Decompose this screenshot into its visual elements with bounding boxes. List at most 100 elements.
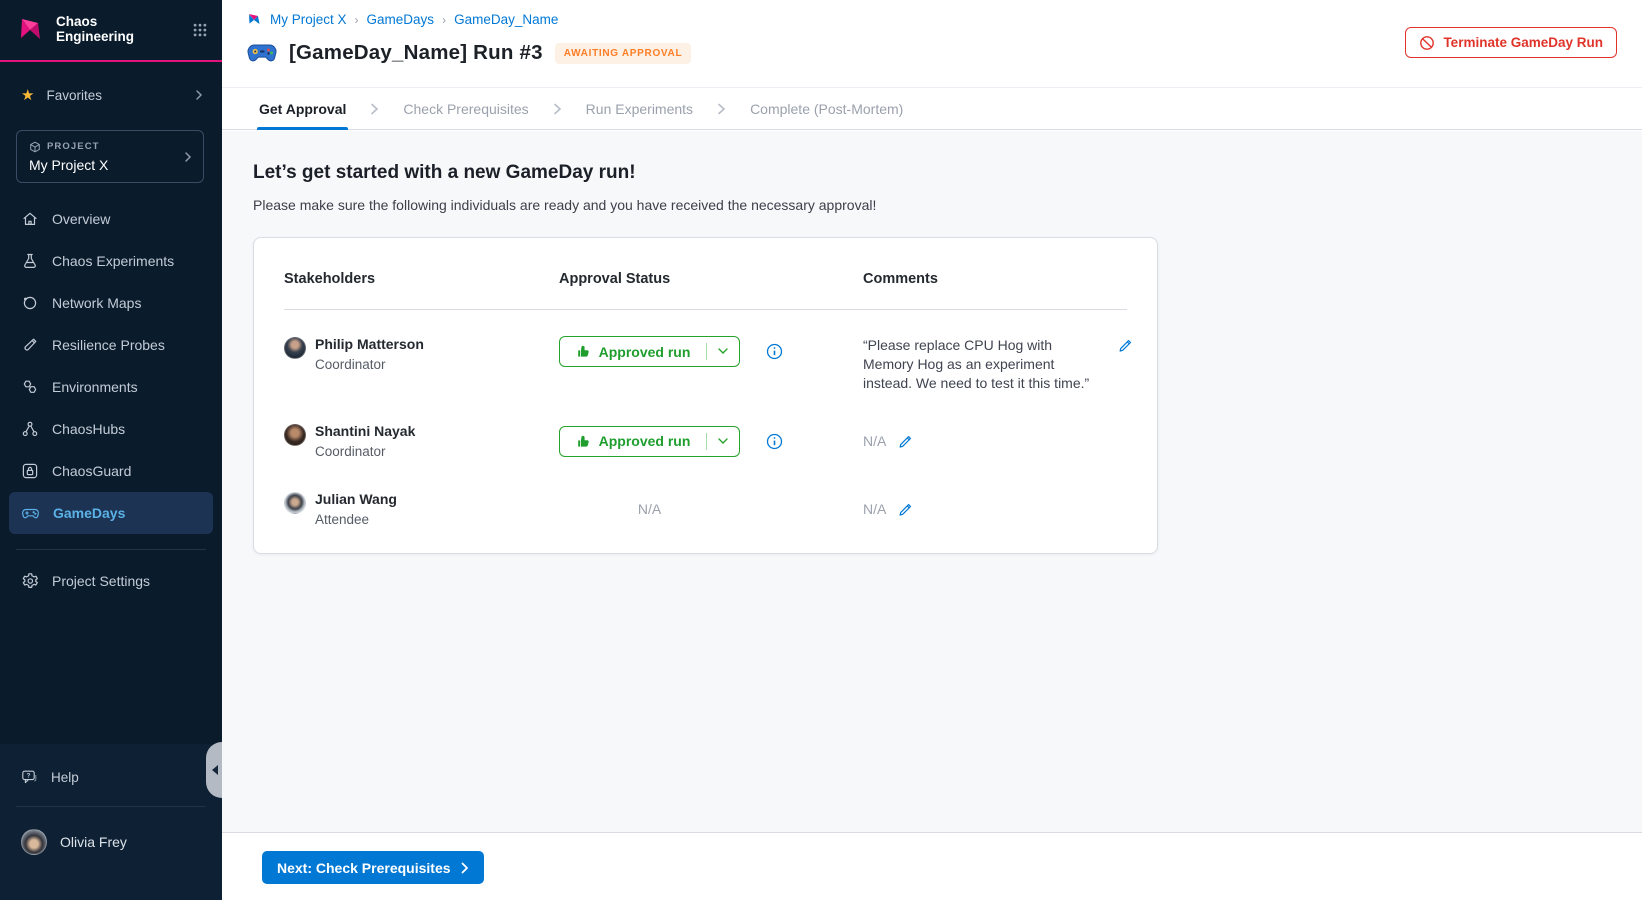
main-content: Let’s get started with a new GameDay run… <box>222 131 1642 833</box>
lock-shield-icon <box>21 462 39 480</box>
user-avatar <box>21 829 47 855</box>
thumbs-up-icon <box>576 434 591 449</box>
stakeholders-card: Stakeholders Approval Status Comments Ph… <box>253 237 1158 554</box>
sidebar-item-chaoshubs[interactable]: ChaosHubs <box>9 408 213 450</box>
terminate-gameday-run-button[interactable]: Terminate GameDay Run <box>1405 27 1617 58</box>
stakeholder-name: Philip Matterson <box>315 336 424 352</box>
comment-cell: N/A <box>863 432 1127 451</box>
tab-complete-post-mortem[interactable]: Complete (Post-Mortem) <box>748 89 905 130</box>
sidebar-item-project-settings[interactable]: Project Settings <box>9 560 213 602</box>
chevron-down-icon <box>707 438 739 445</box>
title-row: [GameDay_Name] Run #3 AWAITING APPROVAL <box>247 41 691 65</box>
next-check-prerequisites-button[interactable]: Next: Check Prerequisites <box>262 851 484 884</box>
sidebar-nav: Overview Chaos Experiments Network Maps … <box>9 198 213 534</box>
sidebar-item-environments[interactable]: Environments <box>9 366 213 408</box>
sidebar-item-chaosguard[interactable]: ChaosGuard <box>9 450 213 492</box>
help-label: Help <box>51 770 79 785</box>
table-row: Philip Matterson Coordinator Approved ru… <box>284 310 1127 393</box>
stakeholder-role: Coordinator <box>315 357 424 372</box>
app-title: Chaos Engineering <box>56 15 142 45</box>
tab-get-approval[interactable]: Get Approval <box>257 89 348 130</box>
breadcrumb-link-project[interactable]: My Project X <box>270 12 347 27</box>
step-chevron-icon <box>553 102 562 116</box>
project-name: My Project X <box>29 157 183 173</box>
module-grid-icon[interactable] <box>192 22 208 38</box>
breadcrumb-separator: › <box>442 13 446 27</box>
environments-icon <box>21 378 39 396</box>
approval-info-icon[interactable] <box>766 343 783 360</box>
stakeholder-cell: Shantini Nayak Coordinator <box>284 423 559 459</box>
stakeholder-cell: Philip Matterson Coordinator <box>284 336 559 372</box>
sidebar-item-network-maps[interactable]: Network Maps <box>9 282 213 324</box>
content-heading: Let’s get started with a new GameDay run… <box>253 162 636 184</box>
user-menu[interactable]: Olivia Frey <box>9 819 213 865</box>
page-title: [GameDay_Name] Run #3 <box>289 41 543 65</box>
approval-info-icon[interactable] <box>766 433 783 450</box>
chevron-right-icon <box>183 151 193 163</box>
approval-status-label: Approved run <box>599 344 691 360</box>
edit-comment-icon[interactable] <box>896 500 915 519</box>
user-name: Olivia Frey <box>60 834 127 850</box>
nav-label: Chaos Experiments <box>52 253 174 269</box>
comment-cell: “Please replace CPU Hog with Memory Hog … <box>863 336 1127 393</box>
sidebar-item-favorites[interactable]: ★ Favorites <box>0 82 222 108</box>
sidebar-item-gamedays[interactable]: GameDays <box>9 492 213 534</box>
status-badge: AWAITING APPROVAL <box>555 43 692 64</box>
approval-status-dropdown[interactable]: Approved run <box>559 426 740 457</box>
star-icon: ★ <box>21 88 34 103</box>
tab-run-experiments[interactable]: Run Experiments <box>584 89 695 130</box>
tab-label: Run Experiments <box>586 101 693 117</box>
help-section: ? Help <box>9 760 213 794</box>
tab-label: Get Approval <box>259 101 346 117</box>
approval-status-dropdown[interactable]: Approved run <box>559 336 740 367</box>
tab-label: Complete (Post-Mortem) <box>750 101 903 117</box>
column-header-stakeholders: Stakeholders <box>284 271 559 287</box>
table-row: Shantini Nayak Coordinator Approved run <box>284 393 1127 459</box>
breadcrumb-link-gamedays[interactable]: GameDays <box>367 12 435 27</box>
approval-status-label: Approved run <box>599 433 691 449</box>
thumbs-up-icon <box>576 344 591 359</box>
sidebar-bottom: ? Help Olivia Frey <box>0 744 222 900</box>
nav-label: Environments <box>52 379 138 395</box>
hub-icon <box>21 420 39 438</box>
comment-text: “Please replace CPU Hog with Memory Hog … <box>863 336 1103 393</box>
tab-check-prerequisites[interactable]: Check Prerequisites <box>401 89 530 130</box>
breadcrumb-link-gameday-name[interactable]: GameDay_Name <box>454 12 558 27</box>
sidebar-item-chaos-experiments[interactable]: Chaos Experiments <box>9 240 213 282</box>
sidebar-collapse-handle[interactable] <box>206 742 222 798</box>
sidebar-item-help[interactable]: ? Help <box>9 760 213 794</box>
project-label: PROJECT <box>47 141 100 152</box>
svg-text:?: ? <box>27 772 31 779</box>
gear-icon <box>21 572 39 590</box>
sidebar-item-overview[interactable]: Overview <box>9 198 213 240</box>
nav-label: Overview <box>52 211 110 227</box>
nav-label: ChaosHubs <box>52 421 125 437</box>
stakeholder-avatar <box>284 337 306 359</box>
stepper-tabbar: Get Approval Check Prerequisites Run Exp… <box>222 89 1642 130</box>
breadcrumb: My Project X › GameDays › GameDay_Name <box>247 12 558 27</box>
nav-label: Resilience Probes <box>52 337 165 353</box>
edit-comment-icon[interactable] <box>1116 336 1135 355</box>
edit-comment-icon[interactable] <box>896 432 915 451</box>
sidebar-divider <box>16 806 206 807</box>
chevron-right-icon <box>194 89 204 101</box>
stakeholder-name: Julian Wang <box>315 491 397 507</box>
help-chat-icon: ? <box>21 769 38 786</box>
sidebar: Chaos Engineering ★ Favorites <box>0 0 222 900</box>
sidebar-divider <box>16 549 206 550</box>
table-row: Julian Wang Attendee N/A N/A <box>284 459 1127 527</box>
column-header-comments: Comments <box>863 271 1127 287</box>
comment-text: N/A <box>863 501 886 517</box>
terminate-label: Terminate GameDay Run <box>1443 35 1603 50</box>
collapse-chevron-icon <box>212 765 218 775</box>
nav-label: Network Maps <box>52 295 141 311</box>
approval-status-label: N/A <box>559 501 740 517</box>
sidebar-item-resilience-probes[interactable]: Resilience Probes <box>9 324 213 366</box>
project-selector[interactable]: PROJECT My Project X <box>16 130 204 183</box>
column-header-approval-status: Approval Status <box>559 271 863 287</box>
stakeholder-cell: Julian Wang Attendee <box>284 491 559 527</box>
home-icon <box>21 210 39 228</box>
gamepad-icon <box>21 504 40 522</box>
nav-label: Project Settings <box>52 573 150 589</box>
breadcrumb-logo-icon <box>247 12 262 27</box>
